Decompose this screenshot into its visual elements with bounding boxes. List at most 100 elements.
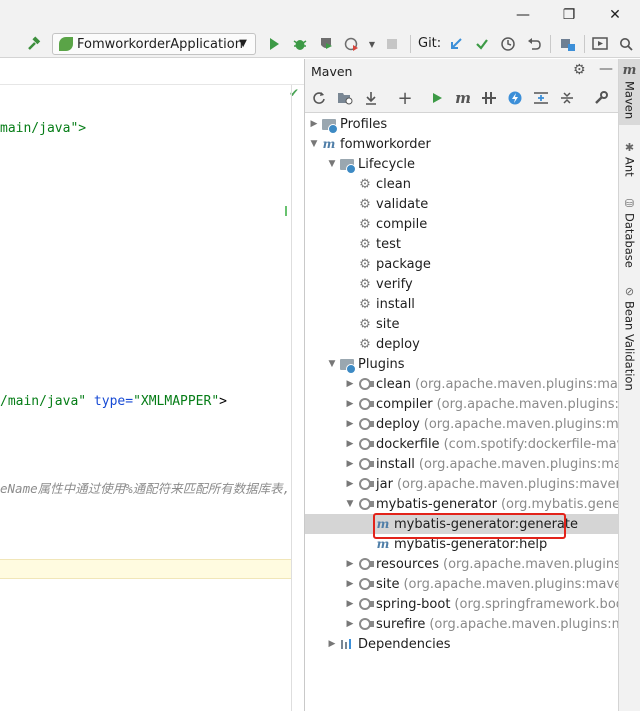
maven-tree-item[interactable]: ⚙ install [305,294,618,314]
collapse-arrow-icon[interactable]: ▶ [343,599,357,609]
minimize-button[interactable]: — [500,0,546,30]
goal-gear-icon: ⚙ [359,236,371,252]
maven-tree-item[interactable]: ⚙ verify [305,274,618,294]
maven-tree-item[interactable]: ▼ Lifecycle [305,154,618,174]
show-dependencies-icon[interactable] [531,88,551,108]
collapse-arrow-icon[interactable]: ▶ [343,559,357,569]
tool-tab-database[interactable]: ⛁ Database [619,193,640,271]
maven-tree-item[interactable]: ⚙ test [305,234,618,254]
download-icon[interactable] [361,88,381,108]
collapse-arrow-icon[interactable]: ▶ [307,119,321,129]
coverage-icon[interactable] [316,34,336,54]
code-editor[interactable]: ✔ main/java"> /main/java" type="XMLMAPPE… [0,59,304,711]
maven-project-tree[interactable]: ▶ Profiles ▼ m fomworkorder ▼ Lifecycle ⚙ clean ⚙… [305,114,618,711]
tool-tab-bean-validation[interactable]: ⊘ Bean Validation [619,281,640,391]
goal-gear-icon: ⚙ [359,296,371,312]
run-configuration-select[interactable]: FomworkorderApplication ▼ [52,33,256,55]
profile-icon[interactable] [342,34,362,54]
tree-item-label: clean [376,376,411,392]
git-commit-icon[interactable] [472,34,492,54]
maven-tree-item[interactable]: ⚙ package [305,254,618,274]
run-icon[interactable] [264,34,284,54]
profile-dropdown-icon[interactable]: ▼ [362,34,382,54]
collapse-arrow-icon[interactable]: ▶ [343,579,357,589]
toolbar-separator [584,35,585,53]
maven-tree-item[interactable]: ⚙ site [305,314,618,334]
plugin-icon [357,576,374,592]
expand-arrow-icon[interactable]: ▼ [325,159,339,169]
maven-tree-item[interactable]: ▶ install(org.apache.maven.plugins:maven- [305,454,618,474]
tree-item-detail: (org.springframework.boot:s [454,596,618,612]
execute-goal-icon[interactable]: m [453,88,473,108]
code-line[interactable]: main/java"> [0,121,86,136]
change-marker [285,206,287,216]
expand-arrow-icon[interactable]: ▼ [343,499,357,509]
maven-tree-item[interactable]: ▶ resources(org.apache.maven.plugins:mav [305,554,618,574]
settings-gear-icon[interactable]: ⚙ [573,62,586,78]
maximize-button[interactable]: ❐ [546,0,592,30]
collapse-arrow-icon[interactable]: ▶ [343,399,357,409]
wrench-settings-icon[interactable] [591,88,611,108]
collapse-arrow-icon[interactable]: ▶ [343,459,357,469]
maven-tree-item[interactable]: ▶ deploy(org.apache.maven.plugins:maven [305,414,618,434]
expand-arrow-icon[interactable]: ▼ [325,359,339,369]
maven-tree-item[interactable]: ▶ Dependencies [305,634,618,654]
expand-arrow-icon[interactable]: ▼ [307,139,321,149]
build-hammer-icon[interactable] [24,34,44,54]
goal-gear-icon: ⚙ [359,176,371,192]
maven-tree-item[interactable]: ▶ dockerfile(com.spotify:dockerfile-maven… [305,434,618,454]
maven-tree-item[interactable]: ▶ jar(org.apache.maven.plugins:maven-jar- [305,474,618,494]
tree-item-detail: (org.apache.maven.plugins:maven [429,616,618,632]
tree-item-detail: (org.apache.maven.plugins:mav [443,556,618,572]
maven-tree-item[interactable]: ⚙ compile [305,214,618,234]
reload-icon[interactable] [309,88,329,108]
git-rollback-icon[interactable] [524,34,544,54]
tree-item-label: fomworkorder [340,136,431,152]
maven-tree-item[interactable]: ▶ spring-boot(org.springframework.boot:s [305,594,618,614]
maven-tree-item[interactable]: ⚙ deploy [305,334,618,354]
collapse-arrow-icon[interactable]: ▶ [343,379,357,389]
plugin-icon [357,416,374,432]
tool-tab-label: Database [622,213,637,268]
stop-icon[interactable] [382,34,402,54]
maven-tree-item[interactable]: ▶ Profiles [305,114,618,134]
skip-tests-icon[interactable] [505,88,525,108]
maven-tree-item[interactable]: ⚙ validate [305,194,618,214]
maven-tree-item[interactable]: ▶ surefire(org.apache.maven.plugins:maven [305,614,618,634]
git-history-icon[interactable] [498,34,518,54]
maven-tree-item[interactable]: ▶ site(org.apache.maven.plugins:maven-sit [305,574,618,594]
hide-panel-icon[interactable]: — [599,61,613,77]
collapse-arrow-icon[interactable]: ▶ [343,439,357,449]
maven-tree-item[interactable]: ▶ clean(org.apache.maven.plugins:maven-c [305,374,618,394]
plugin-icon [357,476,374,492]
maven-tree-item[interactable]: ▶ compiler(org.apache.maven.plugins:mave [305,394,618,414]
run-icon[interactable] [427,88,447,108]
right-tool-stripe: m Maven ✱ Ant ⛁ Database ⊘ Bean Validati… [618,59,640,711]
bean-validation-icon: ⊘ [624,285,635,298]
tree-item-label: clean [376,176,411,192]
code-line[interactable]: /main/java" type="XMLMAPPER"> [0,394,227,409]
tool-tab-label: Ant [622,157,637,177]
presentation-icon[interactable] [590,34,610,54]
collapse-all-icon[interactable] [557,88,577,108]
git-update-icon[interactable] [446,34,466,54]
maven-tree-item[interactable]: ▼ Plugins [305,354,618,374]
maven-tree-item[interactable]: ⚙ clean [305,174,618,194]
code-string: "XMLMAPPER" [133,394,220,409]
maven-tree-item[interactable]: ▼ m fomworkorder [305,134,618,154]
add-folder-refresh-icon[interactable] [335,88,355,108]
toggle-offline-icon[interactable] [479,88,499,108]
tree-item-detail: (org.mybatis.generato [500,496,618,512]
tool-tab-ant[interactable]: ✱ Ant [619,137,640,187]
project-structure-icon[interactable] [558,34,578,54]
debug-icon[interactable] [290,34,310,54]
maven-tree-item[interactable]: ▼ mybatis-generator(org.mybatis.generato [305,494,618,514]
tool-tab-maven[interactable]: m Maven [619,59,640,125]
collapse-arrow-icon[interactable]: ▶ [343,619,357,629]
collapse-arrow-icon[interactable]: ▶ [343,479,357,489]
search-icon[interactable] [616,34,636,54]
add-icon[interactable]: + [395,88,415,109]
close-button[interactable]: ✕ [592,0,638,30]
collapse-arrow-icon[interactable]: ▶ [325,639,339,649]
collapse-arrow-icon[interactable]: ▶ [343,419,357,429]
